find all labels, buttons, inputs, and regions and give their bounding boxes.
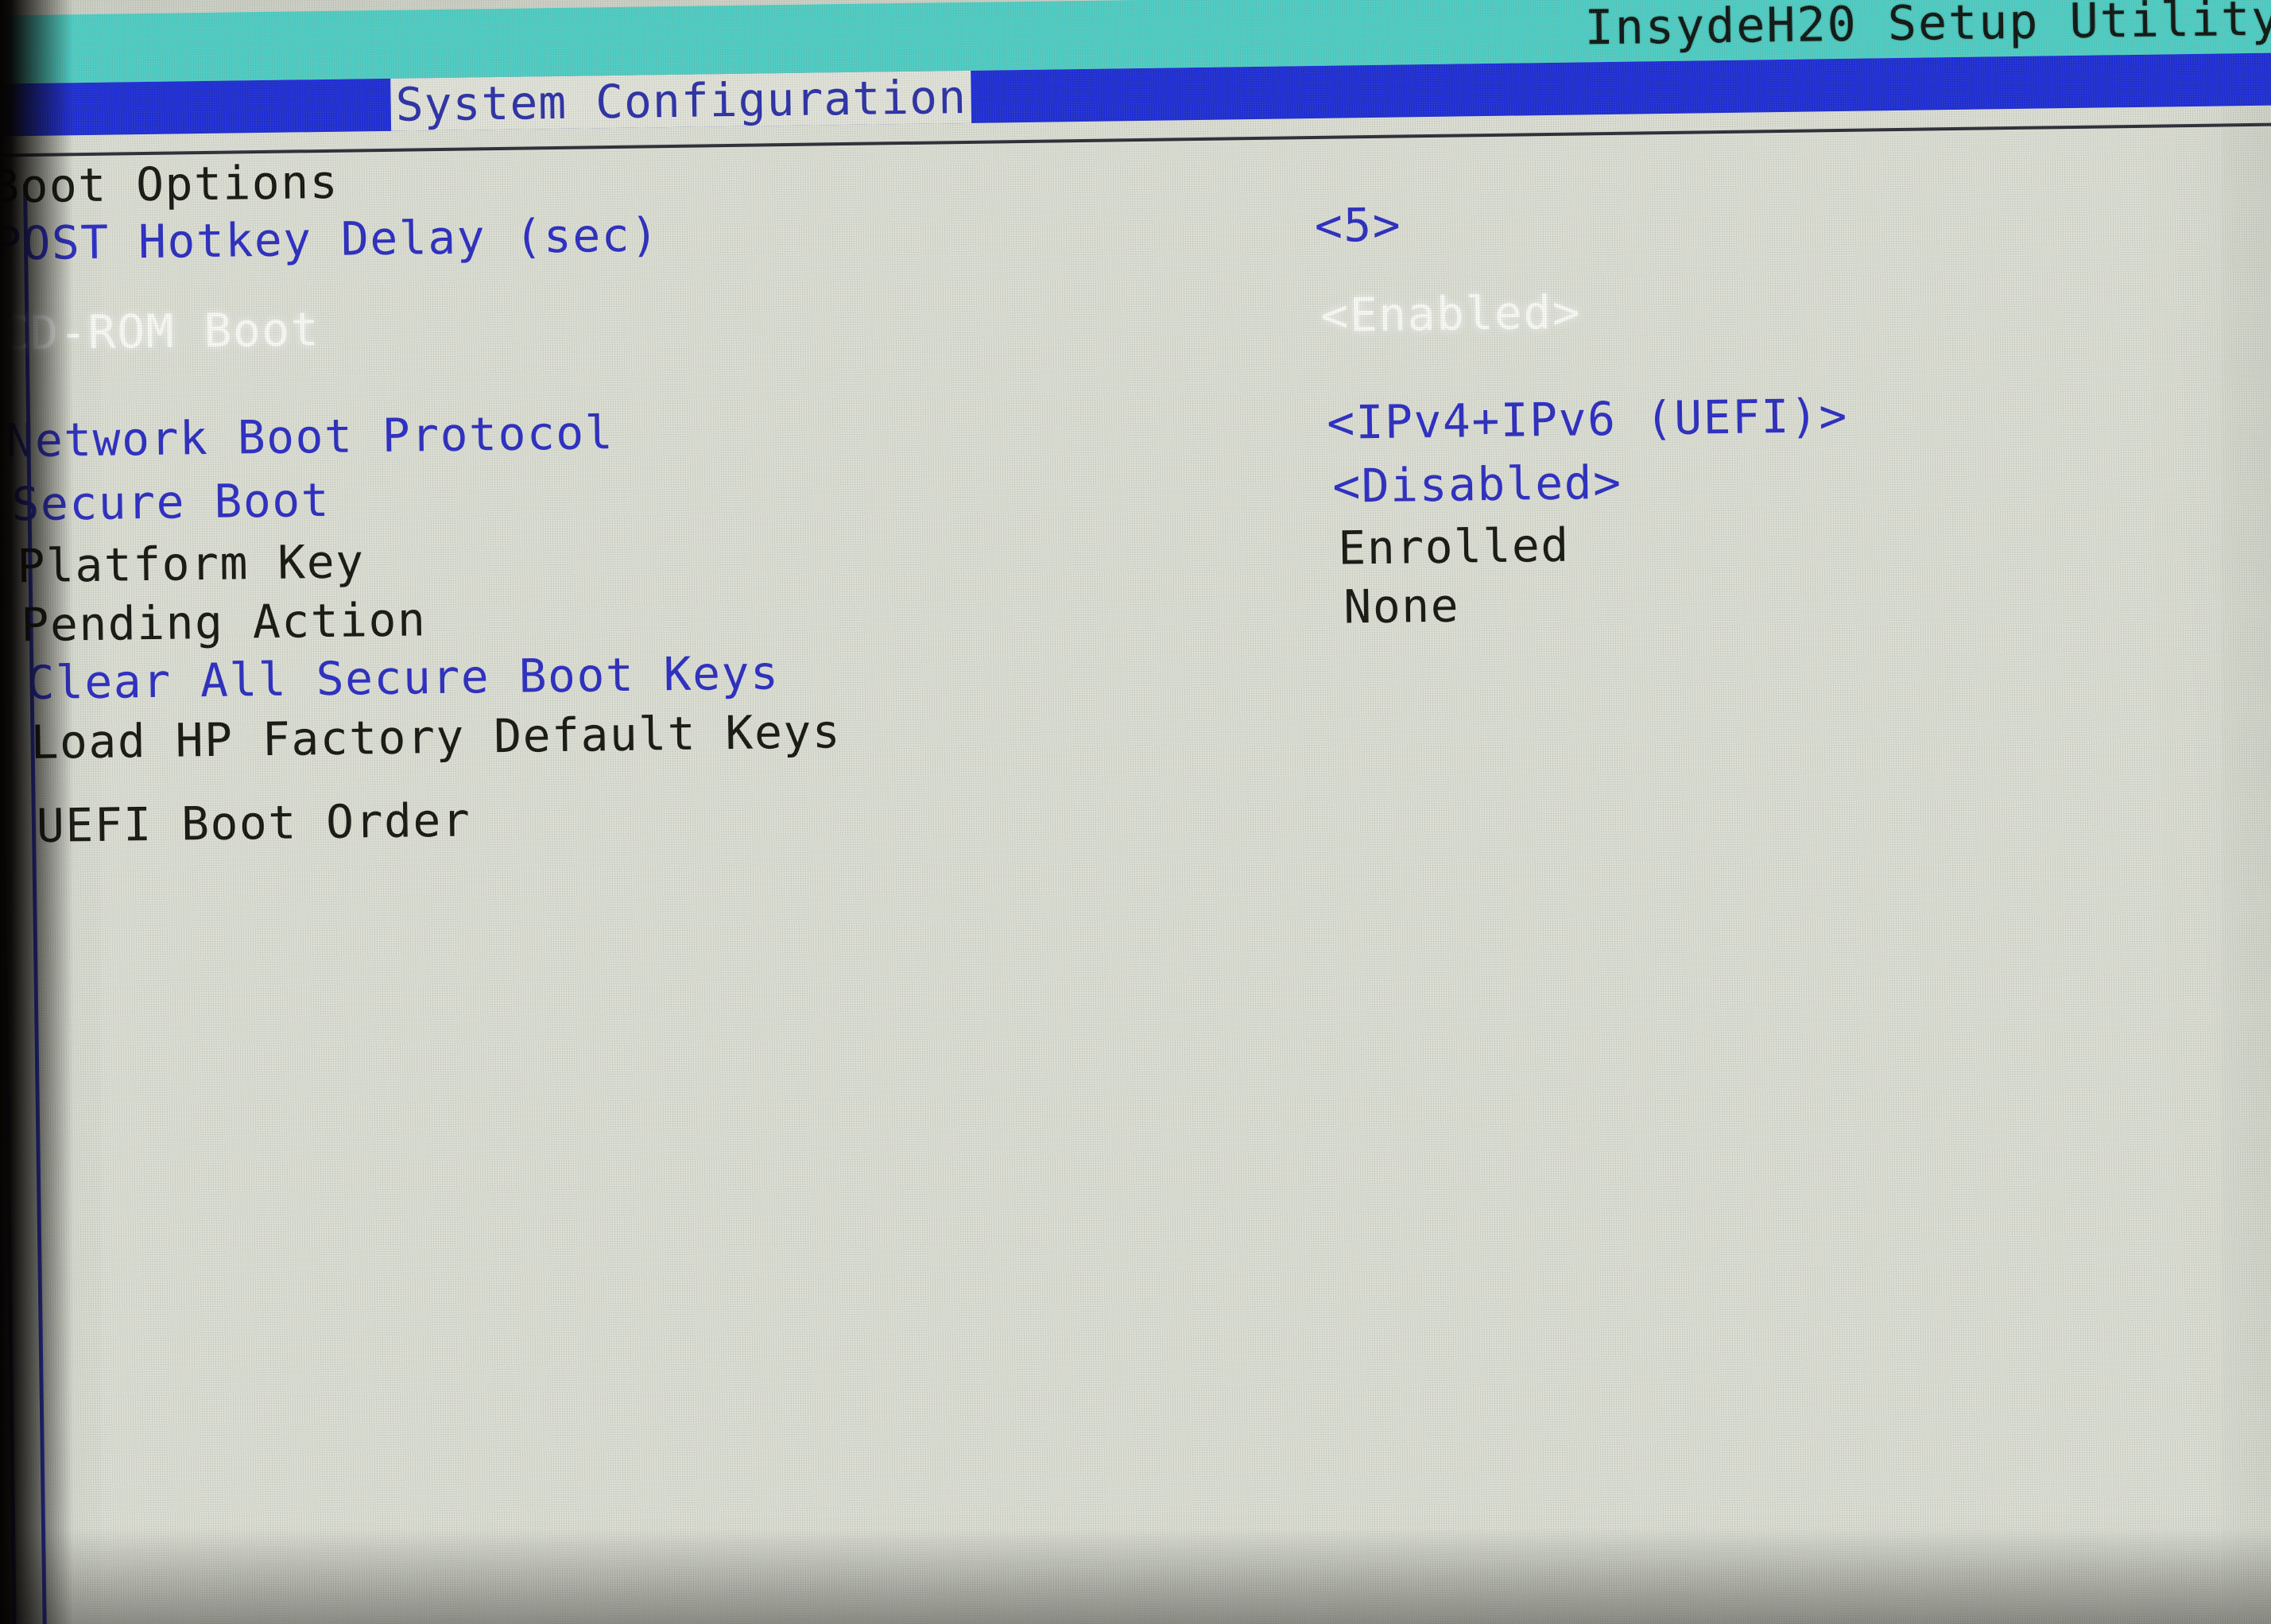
option-value[interactable]: <Enabled> — [1320, 285, 1582, 342]
tab-system-configuration[interactable]: System Configuration — [390, 69, 972, 132]
lcd-panel: InsydeH20 Setup Utility System Configura… — [0, 0, 2271, 1624]
option-label: CD-ROM Boot — [1, 302, 320, 361]
option-label[interactable]: Clear All Secure Boot Keys — [26, 645, 780, 710]
option-value: Enrolled — [1337, 517, 1571, 576]
bios-screen-photo: InsydeH20 Setup Utility System Configura… — [0, 0, 2271, 1624]
option-value[interactable]: <5> — [1314, 198, 1401, 253]
option-label[interactable]: Load HP Factory Default Keys — [30, 704, 842, 769]
option-label: Secure Boot — [11, 472, 331, 532]
option-label: POST Hotkey Delay (sec) — [0, 207, 661, 271]
option-value[interactable]: <IPv4+IPv6 (UEFI)> — [1327, 389, 1848, 450]
utility-title: InsydeH20 Setup Utility — [1584, 0, 2271, 56]
option-label: Network Boot Protocol — [5, 405, 614, 468]
section-heading: Boot Options — [0, 154, 339, 214]
option-value: None — [1343, 578, 1460, 634]
option-value[interactable]: <Disabled> — [1332, 455, 1622, 514]
option-label: Pending Action — [21, 592, 427, 653]
option-label[interactable]: UEFI Boot Order — [37, 793, 471, 853]
option-label: Platform Key — [17, 534, 365, 594]
tab-system-configuration-label: System Configuration — [395, 69, 967, 132]
